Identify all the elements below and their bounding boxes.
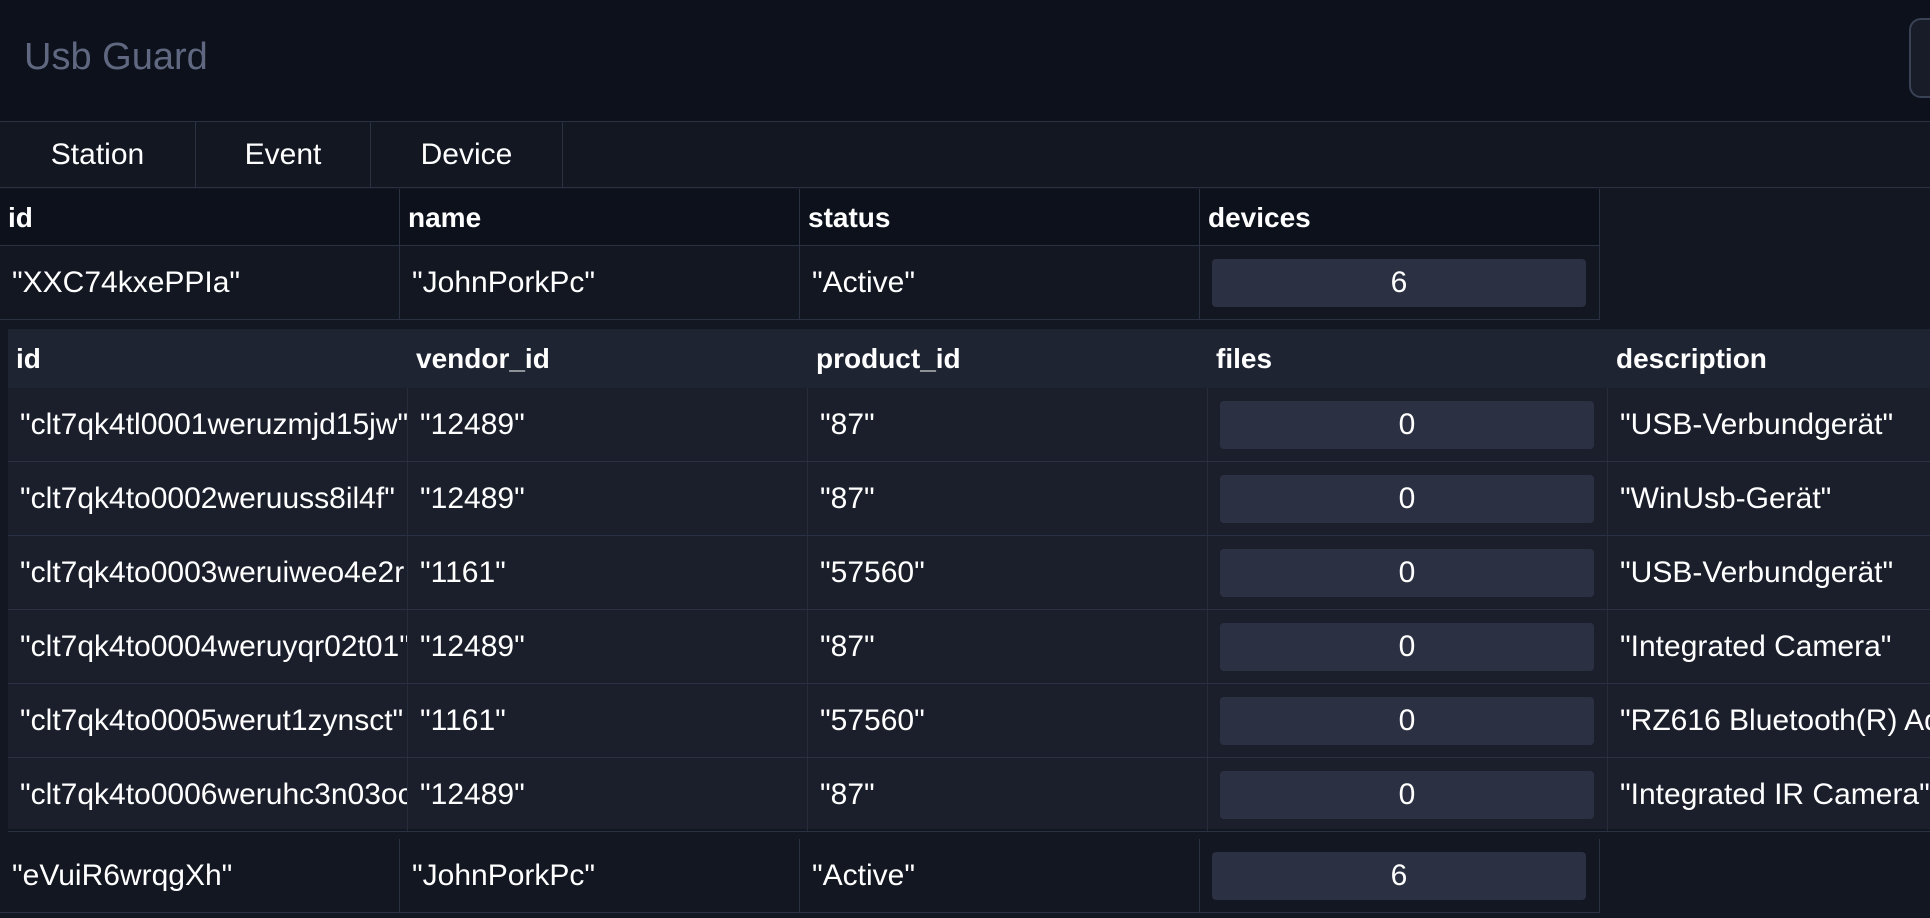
column-header-id[interactable]: id: [0, 189, 400, 246]
column-header-status[interactable]: status: [800, 189, 1200, 246]
product-id-cell: "87": [808, 462, 1208, 535]
column-header-name[interactable]: name: [400, 189, 800, 246]
device-row[interactable]: "clt7qk4to0004weruyqr02t01" "12489" "87"…: [8, 610, 1930, 684]
description-cell: "WinUsb-Gerät": [1620, 481, 1832, 515]
devices-count-button[interactable]: 6: [1212, 259, 1586, 307]
device-id-cell: "clt7qk4to0004weruyqr02t01": [8, 610, 408, 683]
station-status-cell: "Active": [800, 839, 1200, 912]
station-name-cell: "JohnPorkPc": [400, 839, 800, 912]
column-header-devices[interactable]: devices: [1200, 189, 1600, 246]
product-id-cell: "87": [808, 610, 1208, 683]
description-cell: "USB-Verbundgerät": [1620, 407, 1894, 441]
vendor-id-cell: "12489": [408, 758, 808, 831]
description-cell: "Integrated IR Camera": [1620, 777, 1930, 811]
header-action-button[interactable]: [1909, 18, 1930, 98]
product-id-cell: "57560": [808, 684, 1208, 757]
device-row[interactable]: "clt7qk4to0005werut1zynsct" "1161" "5756…: [8, 684, 1930, 758]
station-id-cell: "eVuiR6wrqgXh": [0, 839, 400, 912]
app-header: Usb Guard: [0, 0, 1930, 122]
column-header-vendor-id[interactable]: vendor_id: [408, 329, 808, 388]
station-table-header: id name status devices: [0, 189, 1600, 246]
product-id-cell: "87": [808, 388, 1208, 461]
files-count-button[interactable]: 0: [1220, 697, 1594, 745]
vendor-id-cell: "12489": [408, 462, 808, 535]
app-title: Usb Guard: [24, 36, 208, 78]
vendor-id-cell: "12489": [408, 388, 808, 461]
vendor-id-cell: "1161": [408, 684, 808, 757]
station-id-cell: "XXC74kxePPIa": [0, 246, 400, 319]
column-header-description[interactable]: description: [1608, 329, 1930, 388]
device-row[interactable]: "clt7qk4to0003weruiweo4e2r "1161" "57560…: [8, 536, 1930, 610]
description-cell: "USB-Verbundgerät": [1620, 555, 1894, 589]
tab-event[interactable]: Event: [196, 122, 371, 188]
tab-device[interactable]: Device: [371, 122, 563, 188]
tab-bar: Station Event Device: [0, 122, 1930, 188]
files-count-button[interactable]: 0: [1220, 401, 1594, 449]
column-header-files[interactable]: files: [1208, 329, 1608, 388]
description-cell: "Integrated Camera": [1620, 629, 1892, 663]
devices-count-button[interactable]: 6: [1212, 852, 1586, 900]
column-header-device-id[interactable]: id: [8, 329, 408, 388]
station-status-cell: "Active": [800, 246, 1200, 319]
tab-station[interactable]: Station: [0, 122, 196, 188]
station-row[interactable]: "XXC74kxePPIa" "JohnPorkPc" "Active" 6: [0, 246, 1600, 320]
vendor-id-cell: "1161": [408, 536, 808, 609]
device-row[interactable]: "clt7qk4to0002weruuss8il4f" "12489" "87"…: [8, 462, 1930, 536]
device-row[interactable]: "clt7qk4tl0001weruzmjd15jw" "12489" "87"…: [8, 388, 1930, 462]
device-id-cell: "clt7qk4to0003weruiweo4e2r: [8, 536, 408, 609]
device-id-cell: "clt7qk4to0006weruhc3n03oc: [8, 758, 408, 831]
devices-table-header: id vendor_id product_id files descriptio…: [8, 329, 1930, 388]
product-id-cell: "87": [808, 758, 1208, 831]
vendor-id-cell: "12489": [408, 610, 808, 683]
device-row[interactable]: "clt7qk4to0006weruhc3n03oc "12489" "87" …: [8, 758, 1930, 832]
files-count-button[interactable]: 0: [1220, 623, 1594, 671]
column-header-product-id[interactable]: product_id: [808, 329, 1208, 388]
description-cell: "RZ616 Bluetooth(R) Ad: [1620, 703, 1930, 737]
station-row[interactable]: "eVuiR6wrqgXh" "JohnPorkPc" "Active" 6: [0, 839, 1600, 913]
device-id-cell: "clt7qk4tl0001weruzmjd15jw": [8, 388, 408, 461]
devices-subtable: id vendor_id product_id files descriptio…: [8, 329, 1930, 832]
station-name-cell: "JohnPorkPc": [400, 246, 800, 319]
device-id-cell: "clt7qk4to0002weruuss8il4f": [8, 462, 408, 535]
files-count-button[interactable]: 0: [1220, 771, 1594, 819]
files-count-button[interactable]: 0: [1220, 549, 1594, 597]
product-id-cell: "57560": [808, 536, 1208, 609]
files-count-button[interactable]: 0: [1220, 475, 1594, 523]
device-id-cell: "clt7qk4to0005werut1zynsct": [8, 684, 408, 757]
